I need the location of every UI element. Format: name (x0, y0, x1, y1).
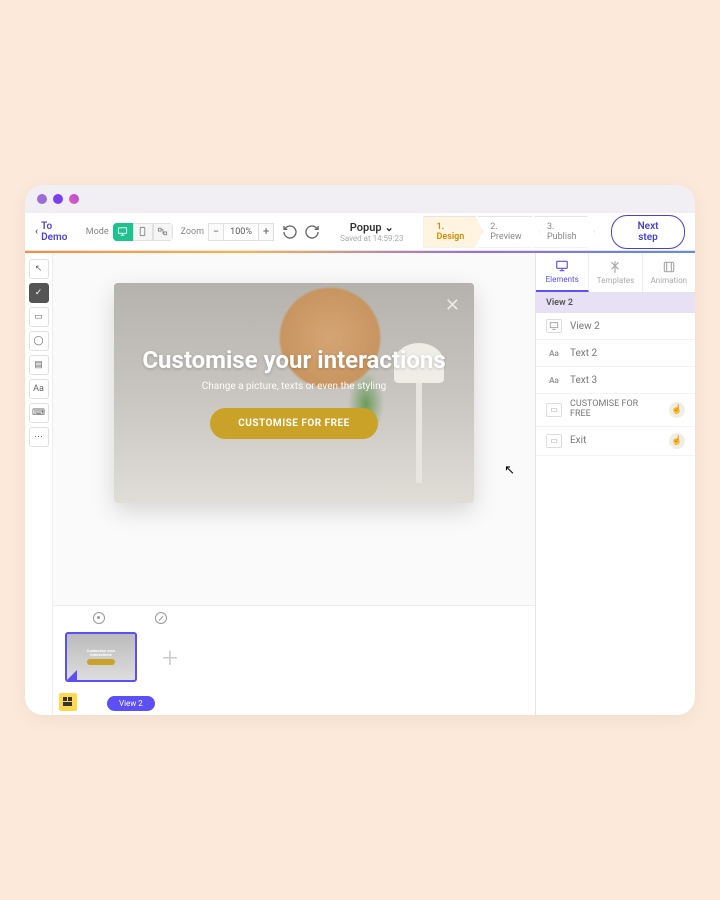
zoom-label: Zoom (181, 227, 204, 237)
document-info: Popup ⌄ Saved at 14:59:23 (340, 221, 403, 243)
document-title[interactable]: Popup ⌄ (340, 221, 403, 234)
layer-list: View 2 Aa Text 2 Aa Text 3 ▭ CUSTOMISE F… (536, 313, 695, 456)
zoom-group: Zoom − 100% + (181, 223, 274, 241)
layer-label: Exit (570, 435, 586, 446)
thumb-text: Customise yourinteractions (87, 649, 115, 657)
layer-text[interactable]: Aa Text 2 (536, 340, 695, 367)
chevron-down-icon: ⌄ (385, 221, 394, 234)
mode-group: Mode (86, 223, 173, 241)
text-icon: Aa (546, 346, 562, 360)
mobile-icon (137, 226, 148, 237)
view-pill[interactable]: View 2 (107, 696, 155, 711)
thumb-cta (87, 659, 115, 665)
tool-text[interactable]: Aa (29, 379, 49, 399)
slide-thumbnail[interactable]: Customise yourinteractions (65, 632, 137, 682)
text-icon: Aa (546, 373, 562, 387)
layer-label: Text 2 (570, 348, 597, 359)
history-buttons (282, 224, 320, 240)
slide-tray: Customise yourinteractions + View 2 (53, 605, 535, 715)
saved-timestamp: Saved at 14:59:23 (340, 234, 403, 243)
popup-cta-button[interactable]: CUSTOMISE FOR FREE (210, 408, 378, 439)
view-icon (546, 319, 562, 333)
step-design[interactable]: 1. Design (423, 216, 483, 248)
add-slide-button[interactable]: + (155, 642, 185, 672)
templates-icon (607, 260, 623, 274)
interaction-icon[interactable]: ☝ (669, 433, 685, 449)
popup-content: Customise your interactions Change a pic… (114, 283, 474, 503)
layer-button[interactable]: ▭ CUSTOMISE FOR FREE ☝ (536, 394, 695, 427)
mode-flow-button[interactable] (153, 223, 173, 241)
animation-icon (661, 260, 677, 274)
button-icon: ▭ (546, 403, 562, 417)
panel-tabs: Elements Templates Animation (536, 253, 695, 293)
tab-templates[interactable]: Templates (589, 253, 642, 292)
layer-label: Text 3 (570, 375, 597, 386)
window-dot (69, 194, 79, 204)
cursor-icon: ↖ (504, 463, 515, 478)
app-window: ‹ To Demo Mode Zoom − 100% + (25, 185, 695, 715)
layer-label: View 2 (570, 321, 600, 332)
layout-icon[interactable] (59, 693, 77, 711)
interaction-icon[interactable]: ☝ (669, 402, 685, 418)
tool-circle[interactable]: ◯ (29, 331, 49, 351)
layer-button[interactable]: ▭ Exit ☝ (536, 427, 695, 456)
back-link-label: To Demo (41, 221, 78, 243)
flow-icon (157, 226, 168, 237)
layer-view[interactable]: View 2 (536, 313, 695, 340)
desktop-icon (554, 259, 570, 273)
main-area: ↖ ✓ ▭ ◯ ▤ Aa ⌨ ⋯ Help ✕ Customise your i… (25, 253, 695, 715)
mode-desktop-button[interactable] (113, 223, 133, 241)
popup-heading[interactable]: Customise your interactions (142, 347, 445, 373)
tool-cursor[interactable]: ↖ (29, 259, 49, 279)
disable-icon[interactable] (155, 612, 167, 624)
popup-subheading[interactable]: Change a picture, texts or even the styl… (202, 381, 386, 392)
tray-icons (93, 612, 167, 624)
canvas-area: ✕ Customise your interactions Change a p… (53, 253, 535, 715)
zoom-value: 100% (224, 223, 258, 241)
step-publish[interactable]: 3. Publish (534, 216, 595, 248)
mode-mobile-button[interactable] (133, 223, 153, 241)
mode-label: Mode (86, 227, 109, 237)
desktop-icon (117, 226, 128, 237)
redo-button[interactable] (304, 224, 320, 240)
zoom-in-button[interactable]: + (258, 223, 274, 241)
layer-label: CUSTOMISE FOR FREE (570, 400, 661, 420)
tool-rect[interactable]: ▭ (29, 307, 49, 327)
settings-icon[interactable] (93, 612, 105, 624)
toolbar: ‹ To Demo Mode Zoom − 100% + (25, 213, 695, 251)
left-toolbar: ↖ ✓ ▭ ◯ ▤ Aa ⌨ ⋯ (25, 253, 53, 715)
zoom-out-button[interactable]: − (208, 223, 224, 241)
back-link[interactable]: ‹ To Demo (35, 221, 78, 243)
undo-button[interactable] (282, 224, 298, 240)
window-dot (37, 194, 47, 204)
popup-preview[interactable]: ✕ Customise your interactions Change a p… (114, 283, 474, 503)
tab-animation[interactable]: Animation (643, 253, 695, 292)
window-dot (53, 194, 63, 204)
tab-elements[interactable]: Elements (536, 253, 589, 292)
grid-icon (63, 697, 73, 707)
step-breadcrumb: 1. Design 2. Preview 3. Publish (423, 216, 595, 248)
tool-more[interactable]: ⋯ (29, 427, 49, 447)
tool-image[interactable]: ▤ (29, 355, 49, 375)
chevron-left-icon: ‹ (35, 226, 38, 237)
right-panel: Elements Templates Animation View 2 View… (535, 253, 695, 715)
titlebar (25, 185, 695, 213)
tool-checkbox[interactable]: ✓ (29, 283, 49, 303)
tool-input[interactable]: ⌨ (29, 403, 49, 423)
panel-header: View 2 (536, 293, 695, 313)
step-preview[interactable]: 2. Preview (477, 216, 540, 248)
button-icon: ▭ (546, 434, 562, 448)
layer-text[interactable]: Aa Text 3 (536, 367, 695, 394)
next-step-button[interactable]: Next step (611, 215, 685, 249)
